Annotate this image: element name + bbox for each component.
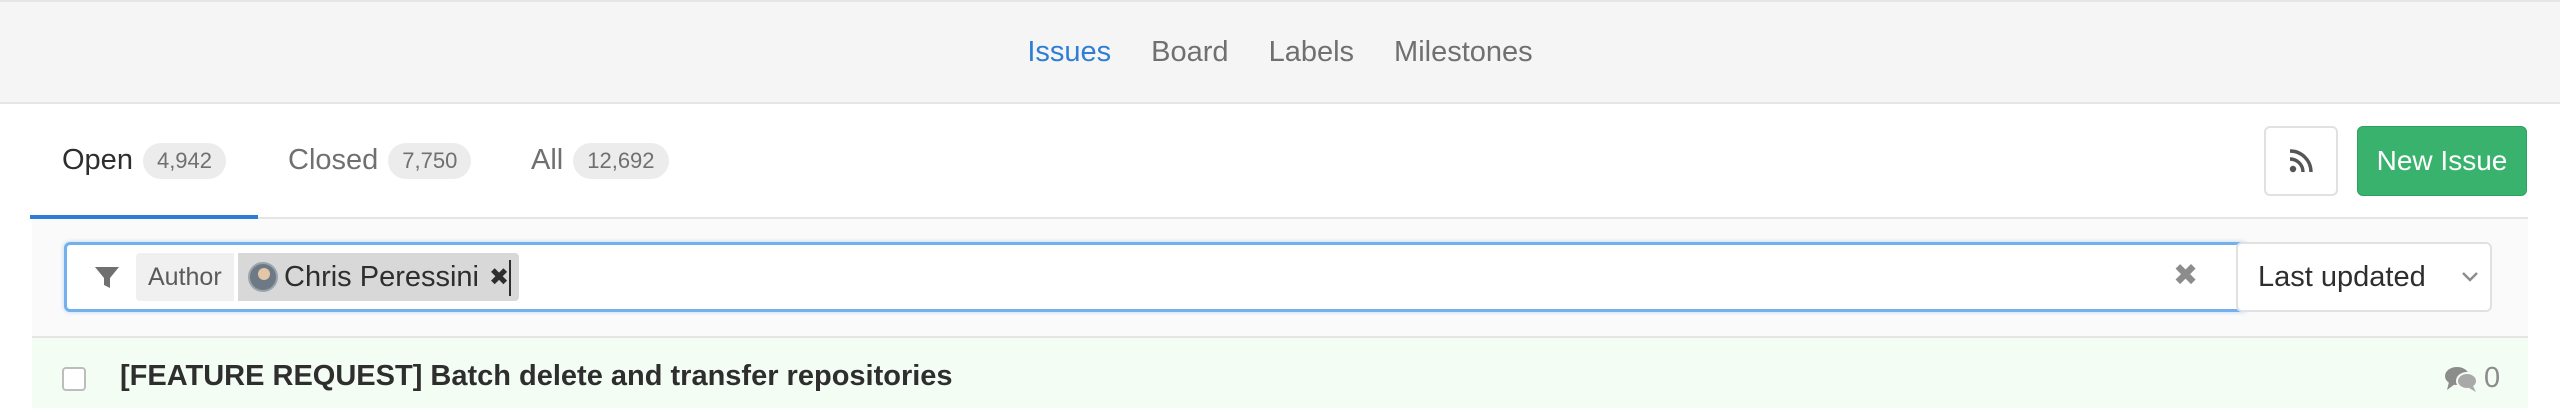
- filter-token-name[interactable]: Author: [136, 253, 234, 301]
- tab-all-label: All: [531, 144, 564, 176]
- issue-select-checkbox[interactable]: [62, 367, 86, 391]
- filter-token-value[interactable]: Chris Peressini ✖: [238, 253, 520, 301]
- avatar: [248, 262, 278, 292]
- comments-icon: [2445, 366, 2478, 392]
- issue-state-tabs: Open 4,942 Closed 7,750 All 12,692: [29, 104, 2528, 219]
- filter-icon[interactable]: [94, 266, 120, 290]
- tab-open-count: 4,942: [142, 142, 227, 179]
- new-issue-button[interactable]: New Issue: [2357, 126, 2527, 196]
- rss-button[interactable]: [2264, 126, 2338, 196]
- tab-closed-label: Closed: [288, 144, 379, 176]
- issues-subnav: Issues Board Labels Milestones: [0, 0, 2560, 104]
- tab-all-count: 12,692: [573, 142, 669, 179]
- tab-open-label: Open: [62, 144, 133, 176]
- subnav-board[interactable]: Board: [1151, 36, 1228, 69]
- text-caret: [509, 260, 511, 296]
- issue-title-link[interactable]: [FEATURE REQUEST] Batch delete and trans…: [120, 360, 953, 393]
- issue-comments[interactable]: 0: [2444, 362, 2500, 395]
- clear-search-icon[interactable]: ✖: [2173, 258, 2198, 293]
- subnav-issues[interactable]: Issues: [1027, 36, 1111, 69]
- tab-all[interactable]: All 12,692: [531, 104, 669, 217]
- tab-closed[interactable]: Closed 7,750: [288, 104, 472, 217]
- sort-selected-label: Last updated: [2258, 260, 2426, 293]
- rss-icon: [2289, 149, 2313, 173]
- chevron-down-icon: [2462, 272, 2478, 282]
- sort-dropdown[interactable]: Last updated: [2236, 242, 2492, 312]
- tab-open[interactable]: Open 4,942: [29, 104, 259, 219]
- issue-comment-count: 0: [2484, 362, 2501, 394]
- remove-token-icon[interactable]: ✖: [489, 263, 509, 292]
- filter-token-value-label: Chris Peressini: [284, 260, 479, 293]
- subnav-milestones[interactable]: Milestones: [1394, 36, 1533, 69]
- tab-closed-count: 7,750: [388, 142, 472, 179]
- subnav-labels[interactable]: Labels: [1269, 36, 1354, 69]
